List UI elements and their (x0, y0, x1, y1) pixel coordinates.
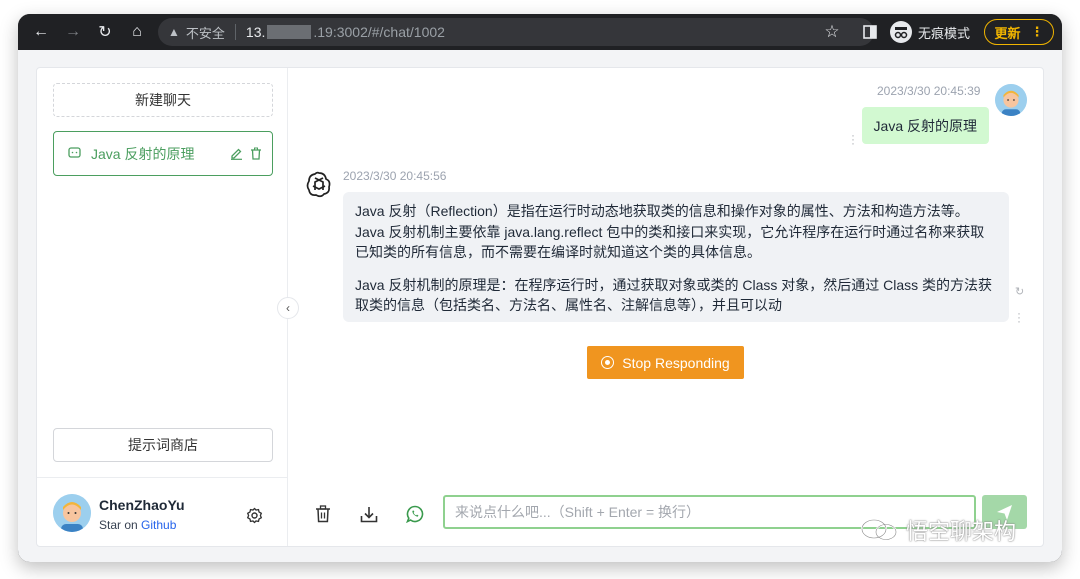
update-button[interactable]: 更新 ⋮ (984, 19, 1054, 45)
user-subtitle: Star on Github (99, 518, 176, 532)
delete-icon[interactable] (246, 147, 266, 160)
edit-icon[interactable] (226, 147, 246, 160)
user-message-more-icon[interactable]: · · · (851, 129, 855, 149)
sidebar: 新建聊天 Java 反射的原理 提示词商店 ChenZhaoYu Star on… (37, 68, 288, 546)
settings-gear-icon[interactable] (243, 504, 265, 526)
url-suffix: .19:3002/#/chat/1002 (313, 24, 445, 40)
conversation-title: Java 反射的原理 (91, 145, 195, 162)
incognito-label: 无痕模式 (918, 25, 971, 41)
user-name: ChenZhaoYu (99, 497, 185, 513)
wechat-icon (860, 518, 900, 542)
update-label: 更新 (994, 25, 1021, 41)
menu-kebab-icon: ⋮ (1030, 24, 1044, 39)
user-subtitle-prefix: Star on (99, 518, 142, 532)
incognito-indicator[interactable]: 无痕模式 (890, 19, 970, 45)
assistant-message-time: 2023/3/30 20:45:56 (343, 169, 447, 183)
divider (234, 24, 236, 40)
browser-toolbar: ← → ↻ ⌂ ▲ 不安全 13. .19:3002/#/chat/1002 ☆… (18, 14, 1062, 50)
assistant-paragraph: Java 反射机制的原理是：在程序运行时，通过获取对象或类的 Class 对象，… (355, 276, 993, 314)
forward-button[interactable]: → (60, 19, 86, 45)
clear-trash-icon[interactable] (311, 502, 335, 526)
chat-main: 2023/3/30 20:45:39 Java 反射的原理 · · · 2023/3… (288, 68, 1043, 546)
bookmark-star-icon[interactable]: ☆ (818, 18, 846, 46)
redacted-block (267, 25, 312, 39)
watermark: 悟空聊架构 (860, 514, 1016, 546)
assistant-paragraph: Java 反射（Reflection）是指在运行时动态地获取类的信息和操作对象的… (355, 203, 985, 260)
side-panel-icon[interactable] (856, 18, 884, 46)
assistant-message-more-icon[interactable]: · · · (1017, 307, 1021, 327)
insecure-label: 不安全 (185, 25, 225, 41)
stop-responding-label: Stop Responding (622, 354, 730, 371)
stop-responding-button[interactable]: Stop Responding (587, 346, 744, 379)
conversation-item[interactable]: Java 反射的原理 (53, 131, 273, 176)
address-bar[interactable]: ▲ 不安全 13. .19:3002/#/chat/1002 (158, 18, 874, 46)
user-avatar[interactable] (53, 494, 91, 532)
whatsapp-context-icon[interactable] (403, 502, 427, 526)
page-viewport: 新建聊天 Java 反射的原理 提示词商店 ChenZhaoYu Star on… (18, 50, 1062, 562)
user-message-bubble: Java 反射的原理 (861, 107, 989, 144)
regenerate-icon[interactable]: ↻ (1015, 287, 1024, 298)
back-button[interactable]: ← (28, 19, 54, 45)
stop-circle-icon (601, 356, 615, 369)
watermark-text: 悟空聊架构 (906, 519, 1017, 544)
url-prefix: 13. (245, 24, 266, 40)
user-message-avatar (995, 84, 1027, 116)
reload-button[interactable]: ↻ (92, 19, 118, 45)
download-icon[interactable] (357, 502, 381, 526)
openai-logo-icon (304, 169, 334, 199)
github-link[interactable]: Github (141, 518, 176, 532)
prompt-store-button[interactable]: 提示词商店 (53, 428, 273, 462)
incognito-icon (890, 21, 912, 43)
new-chat-button[interactable]: 新建聊天 (53, 83, 273, 117)
assistant-message-bubble: Java 反射（Reflection）是指在运行时动态地获取类的信息和操作对象的… (343, 192, 1009, 322)
chat-app: 新建聊天 Java 反射的原理 提示词商店 ChenZhaoYu Star on… (36, 67, 1044, 547)
chat-bubble-icon (68, 146, 81, 162)
user-panel: ChenZhaoYu Star on Github (37, 477, 288, 546)
browser-window: ← → ↻ ⌂ ▲ 不安全 13. .19:3002/#/chat/1002 ☆… (18, 14, 1062, 562)
user-message-time: 2023/3/30 20:45:39 (877, 84, 981, 98)
home-button[interactable]: ⌂ (124, 19, 150, 45)
warning-icon: ▲ (168, 25, 180, 39)
